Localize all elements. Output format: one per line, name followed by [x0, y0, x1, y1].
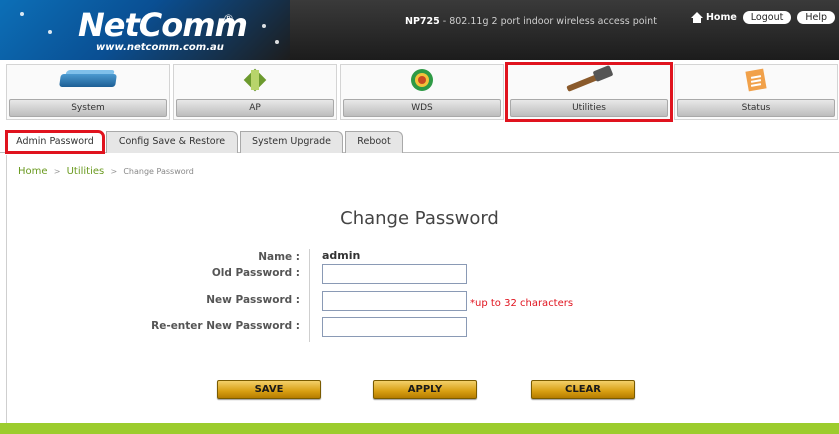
name-label: Name : — [258, 251, 300, 263]
model-description: - 802.11g 2 port indoor wireless access … — [439, 16, 657, 27]
tab-reboot[interactable]: Reboot — [345, 131, 403, 153]
device-model: NP725 - 802.11g 2 port indoor wireless a… — [405, 16, 657, 27]
page-title: Change Password — [340, 208, 499, 229]
nav-item-utilities[interactable]: Utilities — [505, 62, 673, 122]
new-password-label: New Password : — [206, 294, 300, 306]
nav-item-label: Utilities — [510, 99, 668, 117]
nav-item-label: System — [9, 99, 167, 117]
nav-item-label: AP — [176, 99, 334, 117]
clear-button[interactable]: CLEAR — [531, 380, 635, 399]
sparkle-decoration — [275, 40, 279, 44]
password-length-hint: *up to 32 characters — [470, 298, 574, 309]
reenter-password-field[interactable] — [322, 317, 467, 337]
sparkle-decoration — [20, 12, 24, 16]
top-links: Home Logout Help — [690, 11, 835, 24]
model-name: NP725 — [405, 16, 440, 27]
wds-icon — [411, 69, 433, 91]
tab-admin-password[interactable]: Admin Password — [5, 130, 105, 154]
logo-registered-mark: ® — [223, 12, 234, 25]
antenna-icon — [243, 68, 267, 92]
name-value: admin — [322, 249, 361, 262]
logout-button[interactable]: Logout — [742, 11, 792, 24]
main-nav: System AP WDS Utilities Status — [6, 62, 839, 122]
save-button[interactable]: SAVE — [217, 380, 321, 399]
logo-url: www.netcomm.com.au — [96, 42, 224, 53]
help-button[interactable]: Help — [797, 11, 835, 24]
notepad-icon — [745, 68, 767, 92]
nav-item-label: WDS — [343, 99, 501, 117]
form-divider — [309, 249, 310, 342]
nav-item-status[interactable]: Status — [674, 64, 838, 120]
tab-config-save-restore[interactable]: Config Save & Restore — [106, 131, 238, 153]
nav-item-wds[interactable]: WDS — [340, 64, 504, 120]
router-icon — [56, 70, 120, 90]
home-link[interactable]: Home — [690, 12, 737, 23]
breadcrumb: Home > Utilities > Change Password — [18, 166, 194, 177]
brand-logo[interactable]: NetComm ® www.netcomm.com.au — [0, 0, 290, 60]
tab-system-upgrade[interactable]: System Upgrade — [240, 131, 343, 153]
reenter-password-label: Re-enter New Password : — [151, 320, 300, 332]
footer-bar — [0, 423, 839, 434]
logo-wordmark: NetComm — [78, 6, 248, 44]
old-password-field[interactable] — [322, 264, 467, 284]
apply-button[interactable]: APPLY — [373, 380, 477, 399]
nav-item-system[interactable]: System — [6, 64, 170, 120]
hammer-icon — [564, 65, 614, 92]
breadcrumb-home[interactable]: Home — [18, 166, 48, 177]
sub-tabs: Admin Password Config Save & Restore Sys… — [0, 130, 839, 154]
nav-item-label: Status — [677, 99, 835, 117]
old-password-label: Old Password : — [211, 267, 300, 279]
header-bar: NetComm ® www.netcomm.com.au NP725 - 802… — [0, 0, 839, 60]
breadcrumb-current: Change Password — [123, 167, 194, 176]
home-icon — [690, 12, 703, 23]
breadcrumb-separator: > — [53, 167, 61, 176]
sparkle-decoration — [262, 24, 266, 28]
home-link-label: Home — [705, 12, 737, 23]
sparkle-decoration — [48, 30, 52, 34]
nav-item-ap[interactable]: AP — [173, 64, 337, 120]
breadcrumb-separator: > — [110, 167, 118, 176]
new-password-field[interactable] — [322, 291, 467, 311]
breadcrumb-utilities[interactable]: Utilities — [67, 166, 105, 177]
